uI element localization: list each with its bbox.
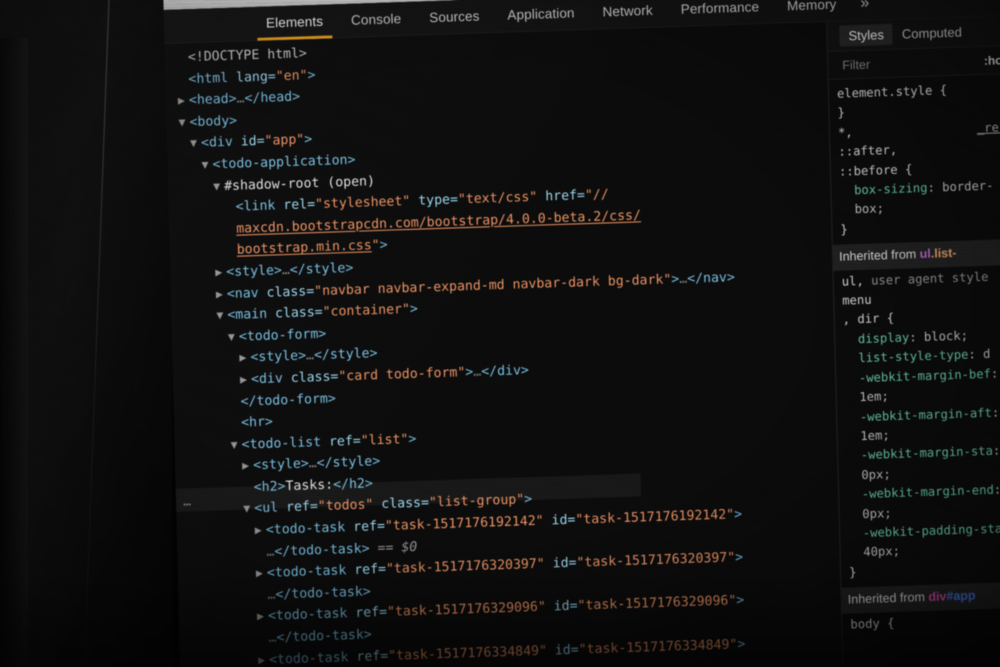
hov-toggle-button[interactable]: :hov: [984, 52, 1000, 67]
dom-line-content: <todo-list ref="list">: [241, 431, 417, 453]
monitor-bezel-left: [0, 0, 172, 667]
dom-line-content: <hr>: [240, 414, 274, 431]
twisty-open-icon[interactable]: [213, 177, 225, 199]
dom-line-content: bootstrap.min.css">: [236, 238, 388, 259]
twisty-closed-icon[interactable]: [240, 370, 252, 392]
dom-line-content: </todo-form>: [240, 390, 337, 410]
dom-line-content: #shadow-root (open): [223, 173, 376, 194]
dom-line-content: <div id="app">: [200, 132, 313, 152]
dom-line-content: <style>…</style>: [226, 260, 354, 280]
tab-elements[interactable]: Elements: [252, 4, 338, 41]
twisty-open-icon[interactable]: [190, 134, 202, 156]
dom-line-content: …</todo-task>: [268, 627, 372, 646]
styles-tab-styles[interactable]: Styles: [839, 23, 894, 47]
dom-line-content: <style>…</style>: [253, 454, 381, 474]
dom-line-content: …</todo-task>: [267, 584, 371, 603]
twisty-closed-icon[interactable]: [239, 349, 251, 371]
twisty-closed-icon[interactable]: [255, 521, 267, 543]
twisty-closed-icon[interactable]: [215, 263, 227, 285]
twisty-closed-icon[interactable]: [258, 650, 270, 667]
tab-performance[interactable]: Performance: [666, 0, 773, 27]
styles-tab-computed[interactable]: Computed: [893, 21, 971, 45]
css-rules-list: element.style {} *, _reboot.s::after,::bef…: [829, 73, 1000, 635]
elements-dom-tree[interactable]: … <!DOCTYPE html><html lang="en"><head>……: [164, 22, 843, 667]
inherited-from-header: Inherited from div#app: [841, 580, 1000, 614]
twisty-open-icon[interactable]: [201, 155, 213, 177]
tab-sources[interactable]: Sources: [415, 0, 494, 35]
tab-console[interactable]: Console: [337, 1, 416, 38]
twisty-closed-icon[interactable]: [178, 91, 190, 113]
styles-filter-input[interactable]: Filter: [842, 54, 976, 72]
css-source-link: _reboot.s: [976, 118, 1000, 135]
twisty-open-icon[interactable]: [243, 500, 255, 522]
dom-line-content: <todo-application>: [212, 152, 356, 173]
twisty-open-icon[interactable]: [178, 113, 190, 135]
twisty-closed-icon[interactable]: [216, 285, 228, 307]
inherited-from-header: Inherited from ul.list-: [832, 237, 1000, 271]
dom-line-content: <html lang="en">: [188, 67, 316, 87]
twisty-open-icon[interactable]: [216, 306, 228, 328]
dom-line-content: <todo-form>: [238, 326, 327, 345]
more-tabs-icon[interactable]: »: [850, 0, 880, 21]
dom-line-content: <h2>Tasks:</h2>: [253, 476, 374, 496]
twisty-open-icon[interactable]: [230, 435, 242, 457]
tab-network[interactable]: Network: [588, 0, 667, 29]
dom-line-content: <main class="container">: [227, 301, 419, 324]
tab-application[interactable]: Application: [493, 0, 589, 33]
twisty-open-icon[interactable]: [228, 327, 240, 349]
twisty-closed-icon[interactable]: [242, 457, 254, 479]
twisty-closed-icon[interactable]: [256, 564, 268, 586]
twisty-closed-icon[interactable]: [257, 607, 269, 629]
bezel-panel: [0, 38, 28, 667]
dom-line-content: <!DOCTYPE html>: [187, 46, 308, 66]
tab-memory[interactable]: Memory: [773, 0, 851, 23]
dom-line-content: …</todo-task> == $0: [266, 539, 418, 560]
dom-line-content: <body>: [189, 113, 238, 130]
styles-panel[interactable]: StylesComputed Filter :hov .cls element.…: [826, 14, 1000, 667]
devtools-screenshot: Elements Console Sources Application Network…: [0, 0, 1000, 667]
dom-line-content: <head>…</head>: [188, 89, 301, 109]
devtools-plane: Elements Console Sources Application Network…: [163, 0, 1000, 667]
dom-lines: <!DOCTYPE html><html lang="en"><head>…</…: [177, 26, 843, 667]
dom-line-content: <style>…</style>: [250, 346, 378, 366]
devtools-window: Elements Console Sources Application Network…: [163, 0, 1000, 667]
bezel-edge-line: [82, 0, 111, 667]
